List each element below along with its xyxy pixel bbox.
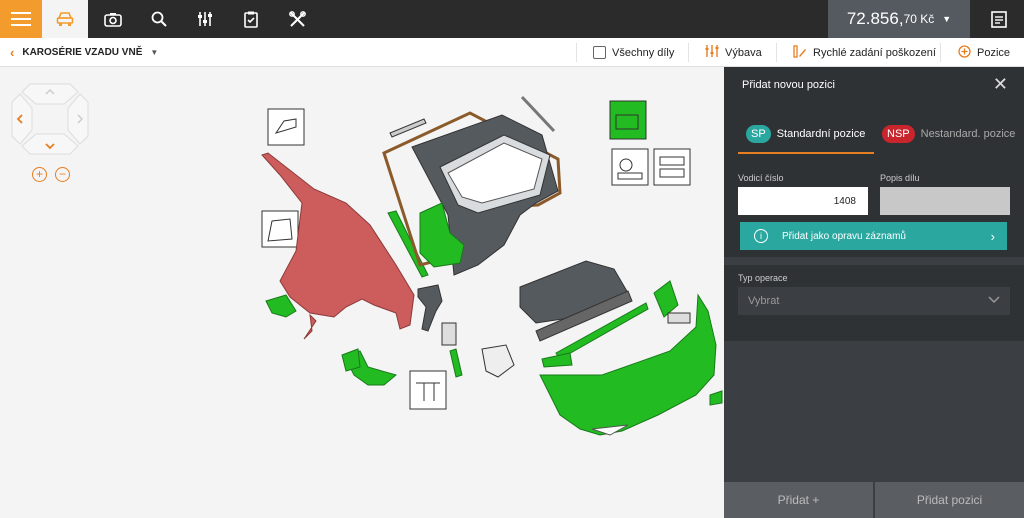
operation-select[interactable]: Vybrat: [738, 287, 1010, 315]
quick-damage-button[interactable]: Rychlé zadání poškození: [793, 38, 936, 67]
add-as-repair-button[interactable]: i Přidat jako opravu záznamů ›: [740, 222, 1007, 250]
divider: [776, 43, 777, 62]
search-button[interactable]: [136, 0, 182, 38]
zoom-out-button[interactable]: −: [55, 167, 70, 182]
operation-value: Vybrat: [748, 295, 780, 307]
checklist-button[interactable]: [228, 0, 274, 38]
active-tab-indicator: [738, 152, 874, 154]
chevron-left-icon[interactable]: ‹: [10, 45, 14, 60]
divider: [576, 43, 577, 62]
pen-icon: [793, 44, 807, 61]
position-tabs: SP Standardní pozice NSP Nestandard. poz…: [724, 103, 1024, 157]
part-thumbnail[interactable]: [609, 100, 647, 140]
camera-button[interactable]: [90, 0, 136, 38]
camera-icon: [104, 12, 122, 27]
positions-label: Pozice: [977, 46, 1011, 59]
menu-button[interactable]: [0, 0, 42, 38]
add-plus-button[interactable]: Přidat +: [724, 482, 873, 518]
car-icon: [56, 11, 74, 27]
top-toolbar: 72.856, 70 Kč ▼: [0, 0, 1024, 38]
green-part[interactable]: [653, 280, 679, 318]
position-form: Vodicí číslo Popis dílu i Přidat jako op…: [724, 157, 1024, 257]
rotation-control[interactable]: [10, 82, 90, 156]
panel-header: Přidat novou pozici ✕: [724, 67, 1024, 103]
all-parts-toggle[interactable]: Všechny díly: [593, 38, 674, 67]
add-position-panel: Přidat novou pozici ✕ SP Standardní pozi…: [724, 67, 1024, 518]
guide-number-field[interactable]: [738, 187, 868, 215]
part-thumbnail[interactable]: [611, 148, 649, 186]
part-thumbnail[interactable]: [653, 148, 691, 186]
tools-button[interactable]: [274, 0, 320, 38]
tab-nonstandard-label: Nestandard. pozice: [920, 128, 1016, 140]
caret-down-icon: ▼: [942, 14, 952, 24]
clip-part[interactable]: [441, 322, 457, 346]
menu-icon: [11, 11, 31, 27]
equipment-label: Výbava: [725, 46, 762, 59]
operation-label: Typ operace: [738, 273, 788, 283]
tools-icon: [288, 10, 306, 28]
caret-down-icon[interactable]: ▼: [150, 48, 158, 57]
tab-nonstandard[interactable]: NSP Nestandard. pozice: [882, 125, 1015, 143]
total-price[interactable]: 72.856, 70 Kč ▼: [828, 0, 970, 38]
price-decimal: 70 Kč: [903, 12, 935, 26]
add-position-button[interactable]: Přidat pozici: [875, 482, 1024, 518]
bracket-part[interactable]: [417, 284, 443, 332]
standard-badge: SP: [746, 125, 771, 143]
green-part[interactable]: [449, 348, 463, 378]
nonstandard-badge: NSP: [882, 125, 915, 143]
quick-damage-label: Rychlé zadání poškození: [813, 46, 936, 59]
chevron-right-icon: ›: [990, 228, 995, 244]
breadcrumb-label: KAROSÉRIE VZADU VNĚ: [22, 47, 143, 58]
panel-actions: Přidat + Přidat pozici: [724, 482, 1024, 518]
part-description-field[interactable]: [880, 187, 1010, 215]
part-thumbnail[interactable]: [409, 370, 447, 410]
receipt-icon: [991, 10, 1007, 28]
parts-diagram[interactable]: [250, 85, 724, 445]
clipboard-icon: [244, 11, 258, 28]
part-thumbnail[interactable]: [267, 108, 305, 146]
equipment-button[interactable]: Výbava: [705, 38, 762, 67]
operation-section: Typ operace Vybrat: [724, 265, 1024, 341]
close-icon[interactable]: ✕: [993, 75, 1008, 93]
tab-standard[interactable]: SP Standardní pozice: [746, 125, 865, 143]
car-view-button[interactable]: [42, 0, 88, 38]
plus-circle-icon: [958, 44, 971, 61]
chevron-down-icon: [988, 295, 1000, 307]
zoom-in-button[interactable]: +: [32, 167, 47, 182]
positions-button[interactable]: Pozice: [958, 38, 1010, 67]
panel-title: Přidat novou pozici: [742, 79, 835, 91]
breadcrumb[interactable]: ‹ KAROSÉRIE VZADU VNĚ ▼: [10, 38, 158, 67]
checkbox[interactable]: [593, 46, 606, 59]
popis-label: Popis dílu: [880, 173, 920, 183]
inner-panel-part[interactable]: [519, 260, 629, 324]
tab-standard-label: Standardní pozice: [776, 128, 866, 140]
vodici-label: Vodicí číslo: [738, 173, 784, 183]
sliders-icon: [197, 11, 213, 27]
repair-button-label: Přidat jako opravu záznamů: [782, 230, 906, 242]
summary-button[interactable]: [976, 0, 1022, 38]
divider: [940, 43, 941, 62]
search-icon: [151, 11, 167, 27]
info-icon: i: [754, 229, 768, 243]
part-thumbnail[interactable]: [261, 210, 299, 248]
green-part[interactable]: [341, 348, 361, 372]
sliders-icon: [705, 45, 719, 60]
light-part[interactable]: [481, 344, 515, 378]
divider: [688, 43, 689, 62]
sub-toolbar: ‹ KAROSÉRIE VZADU VNĚ ▼ Všechny díly Výb…: [0, 38, 1024, 67]
all-parts-label: Všechny díly: [612, 46, 675, 59]
settings-button[interactable]: [182, 0, 228, 38]
price-main: 72.856,: [846, 9, 904, 28]
